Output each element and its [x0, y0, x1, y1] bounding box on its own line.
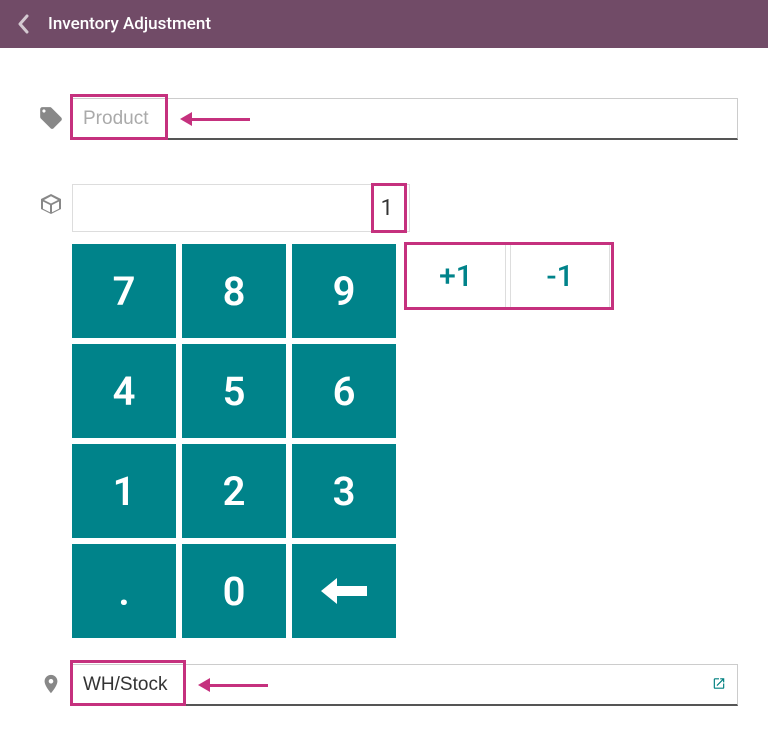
- arrow-left-icon: [321, 576, 367, 606]
- product-field: [72, 98, 738, 140]
- back-button[interactable]: [12, 12, 36, 36]
- tag-icon: [38, 105, 64, 131]
- minus-one-button[interactable]: -1: [510, 244, 610, 308]
- key-7[interactable]: 7: [72, 244, 176, 338]
- key-3[interactable]: 3: [292, 444, 396, 538]
- location-row: [30, 664, 738, 706]
- main-content: 1 7 8 9 4 5 6 1 2 3 . 0: [0, 48, 768, 726]
- map-pin-icon: [40, 670, 62, 698]
- key-8[interactable]: 8: [182, 244, 286, 338]
- key-4[interactable]: 4: [72, 344, 176, 438]
- key-9[interactable]: 9: [292, 244, 396, 338]
- key-1[interactable]: 1: [72, 444, 176, 538]
- product-row: [30, 98, 738, 140]
- quantity-value: 1: [375, 194, 399, 223]
- key-0[interactable]: 0: [182, 544, 286, 638]
- location-input[interactable]: [72, 664, 738, 706]
- app-header: Inventory Adjustment: [0, 0, 768, 48]
- quantity-display[interactable]: 1: [72, 184, 410, 232]
- quantity-icon-col: [30, 184, 72, 224]
- chevron-left-icon: [17, 14, 31, 34]
- plus-one-button[interactable]: +1: [406, 244, 506, 308]
- quantity-field: 1 7 8 9 4 5 6 1 2 3 . 0: [72, 184, 738, 638]
- quantity-row: 1 7 8 9 4 5 6 1 2 3 . 0: [30, 184, 738, 638]
- key-2[interactable]: 2: [182, 444, 286, 538]
- external-link-icon[interactable]: [712, 676, 726, 695]
- key-dot[interactable]: .: [72, 544, 176, 638]
- page-title: Inventory Adjustment: [48, 14, 211, 34]
- location-field: [72, 664, 738, 706]
- key-5[interactable]: 5: [182, 344, 286, 438]
- key-backspace[interactable]: [292, 544, 396, 638]
- adjust-buttons: +1 -1: [406, 244, 610, 308]
- keypad-wrap: 7 8 9 4 5 6 1 2 3 . 0 +1 -1: [72, 244, 738, 638]
- product-icon-col: [30, 98, 72, 138]
- product-input[interactable]: [72, 98, 738, 140]
- location-icon-col: [30, 664, 72, 704]
- cube-icon: [39, 192, 63, 216]
- numeric-keypad: 7 8 9 4 5 6 1 2 3 . 0: [72, 244, 396, 638]
- key-6[interactable]: 6: [292, 344, 396, 438]
